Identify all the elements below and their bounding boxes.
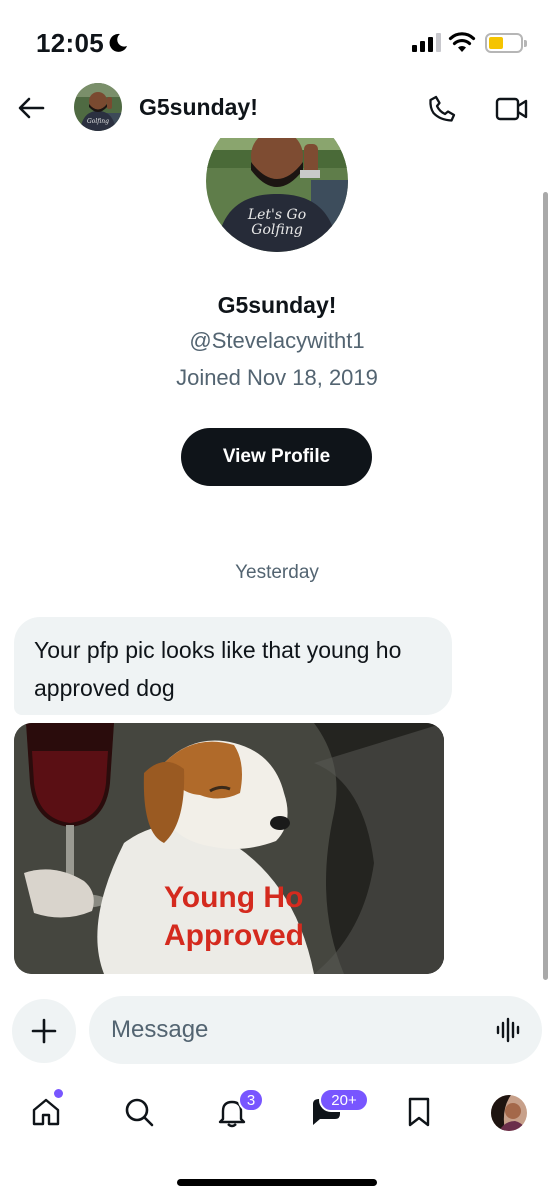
svg-text:Let's Go: Let's Go [247,207,306,223]
svg-text:Young Ho: Young Ho [164,881,303,914]
signal-icon [412,33,441,52]
bookmark-icon [408,1097,430,1127]
svg-text:Golfing: Golfing [251,222,302,238]
header-title[interactable]: G5sunday! [139,94,258,121]
voice-message-button[interactable] [494,1015,524,1045]
audio-wave-icon [496,1017,520,1043]
conversation-header: Golfing G5sunday! [0,80,554,138]
message-composer [89,996,542,1064]
svg-text:Golfing: Golfing [87,118,109,125]
wifi-icon [448,32,476,52]
scrollbar[interactable] [543,192,548,980]
nav-bookmarks[interactable] [397,1090,441,1134]
search-icon [125,1098,154,1127]
call-button[interactable] [424,91,460,127]
moon-icon [109,33,127,52]
conversation-content[interactable]: Let's Go Golfing G5sunday! @Stevelacywit… [0,138,554,988]
nav-search[interactable] [117,1090,161,1134]
profile-name: G5sunday! [217,292,337,318]
video-icon [495,97,528,121]
status-bar: 12:05 [0,0,554,80]
profile-handle: @Stevelacywitht1 [189,328,365,353]
profile-avatar[interactable]: Let's Go Golfing [206,138,348,252]
message-text: Your pfp pic looks like that young ho ap… [34,637,402,701]
view-profile-button[interactable]: View Profile [181,428,372,486]
home-notification-dot [54,1089,63,1098]
messages-badge: 20+ [319,1088,369,1112]
phone-icon [429,95,456,122]
svg-text:Approved: Approved [164,919,304,952]
nav-profile-avatar[interactable] [491,1095,527,1131]
message-image[interactable]: Young Ho Approved [14,723,444,974]
back-arrow-icon [18,97,45,119]
home-icon [32,1098,60,1126]
profile-joined-date: Joined Nov 18, 2019 [176,365,378,390]
notifications-badge: 3 [238,1088,264,1112]
message-input[interactable] [111,996,481,1064]
video-call-button[interactable] [494,91,530,127]
battery-icon [485,33,527,53]
home-indicator[interactable] [177,1179,377,1186]
plus-icon [31,1018,57,1044]
date-separator: Yesterday [235,562,319,583]
add-media-button[interactable] [12,999,76,1063]
back-button[interactable] [14,91,48,125]
message-bubble[interactable]: Your pfp pic looks like that young ho ap… [14,617,452,715]
status-time: 12:05 [36,28,104,58]
header-avatar[interactable]: Golfing [74,83,122,131]
